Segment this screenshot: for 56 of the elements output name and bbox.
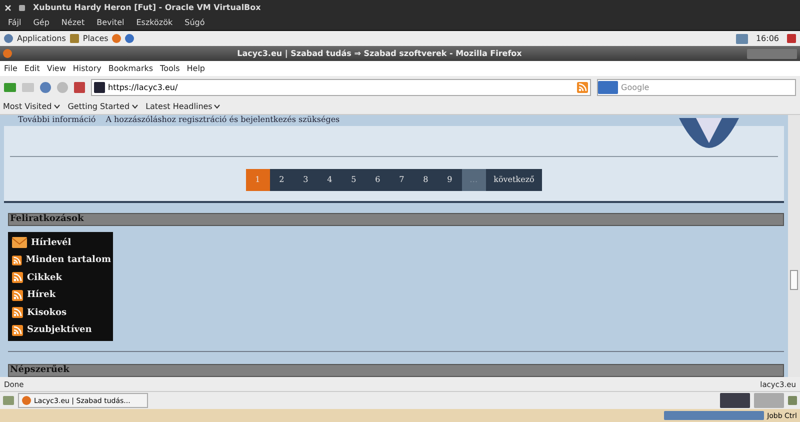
page-link[interactable]: 7 [390, 168, 414, 191]
menu-item[interactable]: Súgó [184, 18, 205, 27]
subscription-link[interactable]: Kisokos [12, 304, 111, 322]
caret-icon[interactable] [214, 104, 220, 108]
menu-item[interactable]: Eszközök [136, 18, 173, 27]
rss-icon [12, 272, 23, 284]
menu-item[interactable]: Bevitel [96, 18, 124, 27]
page-link[interactable]: következő [486, 168, 542, 191]
search-field[interactable]: Google [597, 78, 796, 96]
menu-item[interactable]: File [4, 64, 18, 73]
page-link: … [462, 168, 486, 191]
section-heading: Népszerűek [8, 364, 784, 377]
page-link[interactable]: 4 [318, 168, 342, 191]
menu-item[interactable]: Gép [33, 18, 50, 27]
page-link[interactable]: 3 [294, 168, 318, 191]
page-link[interactable]: 9 [438, 168, 462, 191]
close-icon[interactable] [5, 4, 11, 10]
rss-icon [577, 82, 588, 92]
panel-menu-item[interactable]: Applications [17, 34, 66, 43]
page-link[interactable]: 5 [342, 168, 366, 191]
bookmark-item[interactable]: Getting Started [68, 102, 138, 110]
subscription-link[interactable]: Cikkek [12, 269, 111, 286]
page-link[interactable]: 2 [270, 168, 294, 191]
rss-icon [12, 254, 22, 266]
page-link[interactable]: 6 [366, 168, 390, 191]
subscription-link[interactable]: Szubjektíven [12, 322, 111, 339]
subscription-link[interactable]: Hírek [12, 286, 111, 304]
envelope-icon [12, 237, 27, 248]
rss-icon [12, 324, 23, 336]
menu-item[interactable]: Fájl [8, 18, 22, 27]
menu-item[interactable]: Bookmarks [108, 64, 154, 73]
menu-item[interactable]: History [72, 64, 102, 73]
window-icon[interactable] [19, 4, 25, 10]
caret-icon[interactable] [132, 104, 138, 108]
menu-item[interactable]: View [46, 64, 66, 73]
menu-item[interactable]: Nézet [61, 18, 85, 27]
menu-item[interactable]: Edit [24, 64, 40, 73]
clock: 16:06 [756, 34, 779, 43]
scrollbar-thumb[interactable] [790, 270, 798, 290]
bookmark-item[interactable]: Latest Headlines [146, 102, 220, 110]
window-title: Lacyc3.eu | Szabad tudás ⇒ Szabad szoftverek - Mozilla Firefox [236, 49, 523, 58]
panel-menu-item[interactable]: Places [82, 34, 108, 43]
subscription-link[interactable]: Hírlevél [12, 234, 111, 252]
menu-item[interactable]: Help [186, 64, 206, 73]
page-link[interactable]: 8 [414, 168, 438, 191]
caret-icon[interactable] [54, 104, 60, 108]
window-title: Xubuntu Hardy Heron [Fut] - Oracle VM VirtualBox [33, 3, 261, 12]
section-heading: Feliratkozások [8, 213, 784, 226]
subscription-link[interactable]: Minden tartalom [12, 252, 111, 269]
address-field[interactable]: https://lacyc3.eu/ [91, 78, 591, 96]
bookmark-item[interactable]: Most Visited [3, 102, 60, 110]
rss-icon [12, 290, 23, 301]
info-label: További információ [18, 115, 96, 126]
menu-item[interactable]: Tools [160, 64, 180, 73]
rss-icon [12, 307, 23, 318]
info-text: A hozzászóláshoz regisztráció és bejelentkezés szükséges [106, 115, 340, 126]
